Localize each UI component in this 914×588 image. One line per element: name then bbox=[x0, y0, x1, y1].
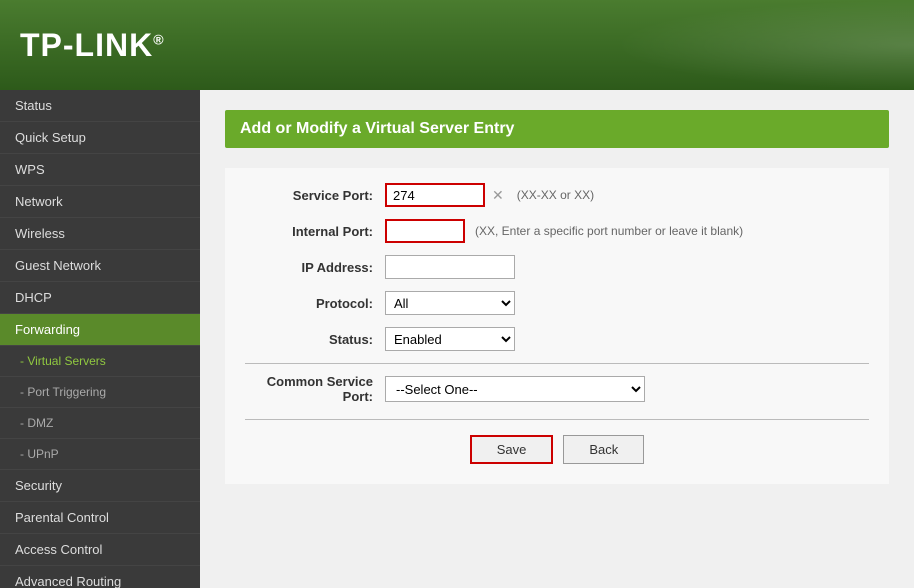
ip-address-input[interactable] bbox=[385, 255, 515, 279]
sidebar-item-forwarding[interactable]: Forwarding bbox=[0, 314, 200, 346]
common-service-port-label: Common Service Port: bbox=[245, 374, 385, 404]
sidebar-item-access-control[interactable]: Access Control bbox=[0, 534, 200, 566]
ip-address-label: IP Address: bbox=[245, 260, 385, 275]
sidebar-item-dmz[interactable]: - DMZ bbox=[0, 408, 200, 439]
sidebar-item-wps[interactable]: WPS bbox=[0, 154, 200, 186]
protocol-label: Protocol: bbox=[245, 296, 385, 311]
sidebar-item-parental-control[interactable]: Parental Control bbox=[0, 502, 200, 534]
service-port-label: Service Port: bbox=[245, 188, 385, 203]
service-port-row: Service Port: ✕ (XX-XX or XX) bbox=[245, 183, 869, 207]
internal-port-row: Internal Port: (XX, Enter a specific por… bbox=[245, 219, 869, 243]
logo: TP-LINK® bbox=[20, 27, 165, 64]
divider-2 bbox=[245, 419, 869, 420]
sidebar-item-guest-network[interactable]: Guest Network bbox=[0, 250, 200, 282]
internal-port-input[interactable] bbox=[385, 219, 465, 243]
main-layout: Status Quick Setup WPS Network Wireless … bbox=[0, 90, 914, 588]
service-port-hint: (XX-XX or XX) bbox=[517, 188, 594, 202]
service-port-input[interactable] bbox=[385, 183, 485, 207]
sidebar-item-network[interactable]: Network bbox=[0, 186, 200, 218]
form-section: Service Port: ✕ (XX-XX or XX) Internal P… bbox=[225, 168, 889, 484]
sidebar-item-quick-setup[interactable]: Quick Setup bbox=[0, 122, 200, 154]
page-title: Add or Modify a Virtual Server Entry bbox=[225, 110, 889, 148]
sidebar-item-status[interactable]: Status bbox=[0, 90, 200, 122]
common-service-port-row: Common Service Port: --Select One-- bbox=[245, 374, 869, 404]
sidebar-item-security[interactable]: Security bbox=[0, 470, 200, 502]
sidebar-item-wireless[interactable]: Wireless bbox=[0, 218, 200, 250]
protocol-row: Protocol: All TCP UDP TCP/UDP bbox=[245, 291, 869, 315]
content-area: Add or Modify a Virtual Server Entry Ser… bbox=[200, 90, 914, 588]
status-select[interactable]: Enabled Disabled bbox=[385, 327, 515, 351]
header: TP-LINK® bbox=[0, 0, 914, 90]
ip-address-row: IP Address: bbox=[245, 255, 869, 279]
button-row: Save Back bbox=[245, 435, 869, 464]
sidebar: Status Quick Setup WPS Network Wireless … bbox=[0, 90, 200, 588]
divider-1 bbox=[245, 363, 869, 364]
save-button[interactable]: Save bbox=[470, 435, 554, 464]
service-port-clear-button[interactable]: ✕ bbox=[489, 187, 507, 204]
sidebar-item-upnp[interactable]: - UPnP bbox=[0, 439, 200, 470]
status-row: Status: Enabled Disabled bbox=[245, 327, 869, 351]
internal-port-label: Internal Port: bbox=[245, 224, 385, 239]
internal-port-wrapper: (XX, Enter a specific port number or lea… bbox=[385, 219, 743, 243]
service-port-wrapper: ✕ (XX-XX or XX) bbox=[385, 183, 594, 207]
status-label: Status: bbox=[245, 332, 385, 347]
internal-port-hint: (XX, Enter a specific port number or lea… bbox=[475, 224, 743, 238]
sidebar-item-advanced-routing[interactable]: Advanced Routing bbox=[0, 566, 200, 588]
protocol-select[interactable]: All TCP UDP TCP/UDP bbox=[385, 291, 515, 315]
common-service-port-select[interactable]: --Select One-- bbox=[385, 376, 645, 402]
back-button[interactable]: Back bbox=[563, 435, 644, 464]
sidebar-item-dhcp[interactable]: DHCP bbox=[0, 282, 200, 314]
sidebar-item-port-triggering[interactable]: - Port Triggering bbox=[0, 377, 200, 408]
sidebar-item-virtual-servers[interactable]: - Virtual Servers bbox=[0, 346, 200, 377]
